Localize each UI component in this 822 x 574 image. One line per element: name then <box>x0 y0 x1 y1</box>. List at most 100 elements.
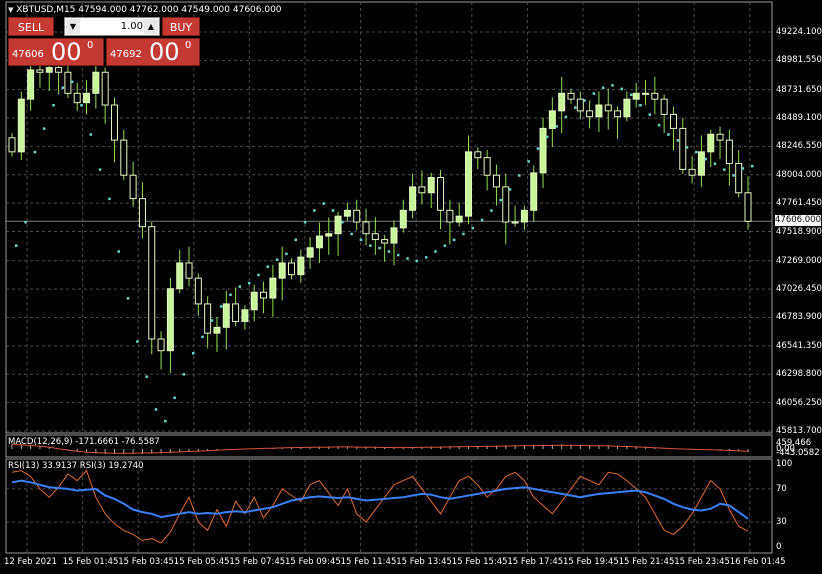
sar-dot <box>359 238 363 242</box>
time-tick-label: 12 Feb 2021 <box>4 557 57 567</box>
rsi-tick-label: 70 <box>776 483 787 494</box>
bid-price-box[interactable]: 47606 00 0 <box>8 38 104 66</box>
candle-body <box>27 69 35 100</box>
candle-body <box>120 139 128 176</box>
lot-size-input[interactable] <box>81 19 145 34</box>
sar-dot <box>70 80 74 84</box>
candle-body <box>138 198 146 228</box>
candle-body <box>651 92 659 100</box>
candle-body <box>707 133 715 153</box>
candle-body <box>101 71 109 106</box>
sar-dot <box>303 221 307 224</box>
sar-dot <box>247 281 251 285</box>
candle-body <box>679 127 687 170</box>
candle-body <box>129 174 137 200</box>
candle-body <box>716 133 724 141</box>
candle-body <box>194 277 202 305</box>
sar-dot <box>369 244 372 247</box>
candle-body <box>697 151 705 176</box>
sar-dot <box>313 209 316 212</box>
sar-dot <box>452 238 456 242</box>
sar-dot <box>471 226 475 230</box>
price-tick-label: 47761.450 <box>776 198 822 209</box>
candle-body <box>73 92 81 104</box>
price-tick-label: 48731.650 <box>776 84 822 95</box>
price-tick-label: 47026.450 <box>776 284 822 295</box>
candle-body <box>148 226 156 340</box>
candle-body <box>660 98 668 115</box>
sar-dot <box>201 335 204 339</box>
candle-body <box>418 186 426 194</box>
candle-body <box>474 151 482 159</box>
sar-dot <box>164 419 167 423</box>
lot-decrease-icon[interactable]: ▼ <box>66 19 80 34</box>
sar-dot <box>136 340 139 343</box>
ask-price-box[interactable]: 47692 00 0 <box>106 38 200 66</box>
time-tick-label: 15 Feb 19:45 <box>563 557 619 567</box>
candle-body <box>64 71 72 94</box>
candle-body <box>185 262 193 279</box>
sar-dot <box>378 246 381 250</box>
sar-dot <box>443 244 447 247</box>
candle-body <box>669 113 677 129</box>
candle-body <box>567 92 575 100</box>
sar-dot <box>639 104 642 107</box>
candle-body <box>492 174 500 188</box>
sar-dot <box>536 147 540 150</box>
price-tick-label: 48004.000 <box>776 169 822 180</box>
time-tick-label: 15 Feb 15:45 <box>451 557 508 567</box>
candle-body <box>278 262 286 279</box>
sar-dot <box>424 256 428 259</box>
chart-canvas[interactable] <box>0 0 822 574</box>
window-caret-icon[interactable]: ▼ <box>8 6 13 14</box>
sar-dot <box>685 146 689 149</box>
sar-dot <box>52 104 55 107</box>
sar-dot <box>24 221 27 224</box>
candle-body <box>558 92 566 112</box>
macd-tick-label: -443.0582 <box>776 448 820 458</box>
candle-body <box>604 104 612 112</box>
candle-body <box>576 98 584 112</box>
sar-dot <box>573 106 577 109</box>
sell-button[interactable]: SELL <box>8 17 54 36</box>
lot-size-field: ▼ ▲ <box>64 17 160 36</box>
sar-dot <box>713 162 717 166</box>
sar-dot <box>387 250 391 253</box>
buy-button[interactable]: BUY <box>162 17 200 36</box>
price-tick-label: 48489.100 <box>776 112 822 123</box>
sar-dot <box>229 293 232 297</box>
candle-body <box>688 168 696 176</box>
sar-dot <box>108 197 111 201</box>
sar-dot <box>89 133 93 136</box>
sar-dot <box>266 265 270 268</box>
sar-dot <box>331 209 335 212</box>
time-tick-label: 15 Feb 01:45 <box>62 557 119 567</box>
candle-body <box>260 291 268 299</box>
rsi13-line <box>11 479 749 520</box>
candle-body <box>399 209 407 229</box>
sar-dot <box>732 174 735 177</box>
candle-body <box>744 192 752 222</box>
candle-body <box>614 110 622 118</box>
candle-body <box>334 215 342 235</box>
sar-dot <box>145 375 148 378</box>
candle-body <box>455 215 463 223</box>
sar-dot <box>322 202 325 205</box>
sar-dot <box>611 84 614 87</box>
price-tick-label: 49224.100 <box>776 27 822 37</box>
sar-dot <box>219 305 223 308</box>
sar-dot <box>704 157 707 161</box>
sar-dot <box>210 319 214 322</box>
sar-dot <box>546 135 549 139</box>
sar-dot <box>648 113 652 116</box>
price-tick-label: 47269.000 <box>776 255 822 266</box>
ask-price-small: 47692 <box>110 49 142 60</box>
sar-dot <box>583 99 586 102</box>
lot-increase-icon[interactable]: ▲ <box>144 19 158 34</box>
sar-dot <box>341 221 344 224</box>
candle-body <box>204 303 212 334</box>
sar-dot <box>285 252 288 256</box>
rsi-title: RSI(13) 33.9137 RSI(3) 19.2740 <box>8 461 144 471</box>
price-tick-label: 48981.550 <box>776 55 822 66</box>
candle-body <box>232 303 240 322</box>
